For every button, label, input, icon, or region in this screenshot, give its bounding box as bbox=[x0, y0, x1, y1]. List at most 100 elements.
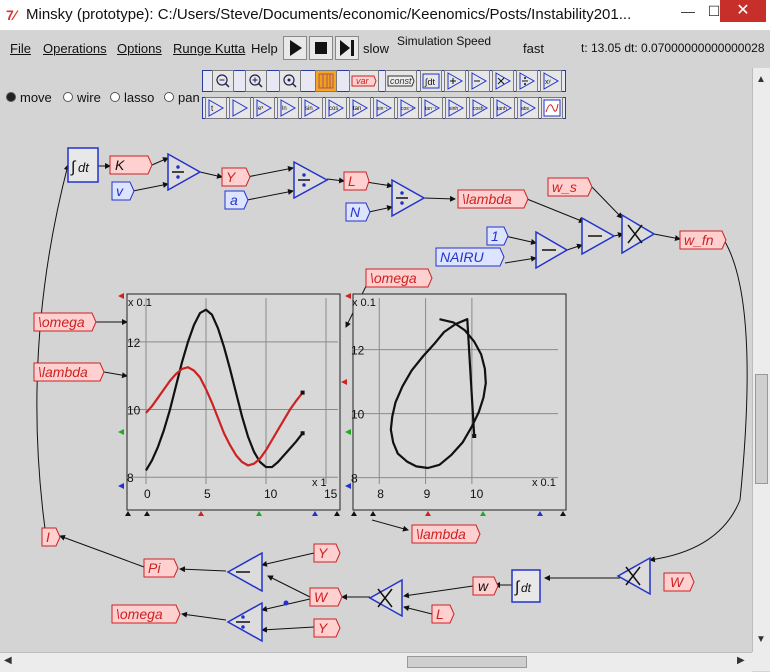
menu-help[interactable]: Help bbox=[251, 41, 278, 56]
horizontal-scroll-thumb[interactable] bbox=[407, 656, 527, 668]
sinh-op-button[interactable]: sinh bbox=[445, 97, 467, 119]
var-l[interactable]: L bbox=[343, 171, 370, 191]
var-w-right[interactable]: W bbox=[663, 572, 695, 592]
menu-options[interactable]: Options bbox=[117, 41, 162, 56]
pow-button[interactable]: xʸ bbox=[540, 70, 562, 92]
subtract-op-2[interactable] bbox=[581, 216, 616, 256]
var-k[interactable]: K bbox=[109, 155, 153, 175]
var-w-cap-label: W bbox=[314, 589, 329, 605]
wire-junction bbox=[283, 600, 289, 606]
menu-operations[interactable]: Operations bbox=[43, 41, 107, 56]
param-nairu[interactable]: NAIRU bbox=[435, 247, 505, 267]
integral-k-block[interactable]: ∫ dt bbox=[67, 147, 99, 183]
var-i[interactable]: I bbox=[41, 527, 61, 547]
svg-text:sin: sin bbox=[305, 106, 313, 112]
var-omega-plot[interactable]: \omega bbox=[33, 312, 97, 332]
cosh-op-button[interactable]: cosh bbox=[469, 97, 491, 119]
add-icon bbox=[447, 72, 464, 90]
step-button[interactable] bbox=[335, 36, 359, 60]
exp-op-button[interactable]: eˣ bbox=[253, 97, 275, 119]
svg-text:cosh: cosh bbox=[473, 106, 484, 112]
abs-icon: abs bbox=[520, 99, 537, 117]
integral-w-label: dt bbox=[521, 581, 532, 595]
scroll-left-icon[interactable]: ◀ bbox=[4, 655, 12, 666]
mode-lasso-radio[interactable]: lasso bbox=[110, 90, 154, 105]
var-w-small[interactable]: w bbox=[472, 576, 499, 596]
zoom-out-button[interactable] bbox=[212, 70, 234, 92]
svg-text:eˣ: eˣ bbox=[258, 106, 263, 112]
asin-op-button[interactable]: sin⁻¹ bbox=[373, 97, 395, 119]
sin-op-button[interactable]: sin bbox=[301, 97, 323, 119]
divide-op-1[interactable] bbox=[167, 152, 202, 192]
var-l-b[interactable]: L bbox=[431, 604, 455, 624]
mode-wire-radio[interactable]: wire bbox=[63, 90, 101, 105]
param-v[interactable]: v bbox=[111, 181, 135, 201]
var-lambda-xy[interactable]: \lambda bbox=[411, 524, 481, 544]
var-lambda[interactable]: \lambda bbox=[457, 189, 529, 209]
variable-button[interactable]: var bbox=[349, 70, 379, 92]
step-icon bbox=[340, 40, 354, 56]
divide-button[interactable] bbox=[516, 70, 538, 92]
scroll-down-icon[interactable]: ▼ bbox=[756, 634, 766, 645]
atan-op-button[interactable]: tan⁻¹ bbox=[421, 97, 443, 119]
stop-icon bbox=[315, 42, 327, 54]
horizontal-scrollbar[interactable]: ◀ ▶ bbox=[0, 652, 752, 672]
vertical-scrollbar[interactable]: ▲ ▼ bbox=[752, 68, 770, 652]
add-button[interactable] bbox=[444, 70, 466, 92]
tanh-op-button[interactable]: tanh bbox=[493, 97, 515, 119]
plot-widget-button[interactable] bbox=[541, 97, 563, 119]
integral-button[interactable]: ∫dt bbox=[420, 70, 442, 92]
subtract-op-3[interactable] bbox=[226, 551, 263, 593]
scroll-up-icon[interactable]: ▲ bbox=[756, 74, 766, 85]
var-w-fn[interactable]: w_fn bbox=[679, 230, 727, 250]
multiply-op-1[interactable] bbox=[621, 213, 656, 255]
var-omega-bottom[interactable]: \omega bbox=[111, 604, 181, 624]
xy-plot-y-tick: 8 bbox=[351, 472, 358, 486]
var-pi[interactable]: Pi bbox=[143, 558, 179, 578]
stop-button[interactable] bbox=[309, 36, 333, 60]
zoom-in-button[interactable] bbox=[245, 70, 267, 92]
param-one[interactable]: 1 bbox=[486, 226, 509, 246]
integral-w-block[interactable]: ∫ dt bbox=[511, 569, 541, 603]
param-n[interactable]: N bbox=[345, 202, 371, 222]
abs-op-button[interactable]: abs bbox=[517, 97, 539, 119]
integral-k-label: dt bbox=[78, 160, 90, 175]
divide-op-4[interactable] bbox=[226, 601, 263, 643]
time-plot-series-0-end-point bbox=[300, 431, 305, 436]
subtract-op-1[interactable] bbox=[535, 230, 569, 270]
menu-file[interactable]: File bbox=[10, 41, 31, 56]
var-lambda-plot[interactable]: \lambda bbox=[33, 362, 105, 382]
var-w-cap[interactable]: W bbox=[309, 587, 343, 607]
minimize-button[interactable]: — bbox=[674, 0, 702, 22]
play-button[interactable] bbox=[283, 36, 307, 60]
copy-op-button[interactable] bbox=[229, 97, 251, 119]
multiply-button[interactable] bbox=[492, 70, 514, 92]
constant-button[interactable]: const bbox=[385, 70, 417, 92]
divide-op-2[interactable] bbox=[293, 160, 329, 200]
time-op-button[interactable]: t bbox=[205, 97, 227, 119]
var-w-s[interactable]: w_s bbox=[547, 177, 593, 197]
cos-op-button[interactable]: cos bbox=[325, 97, 347, 119]
param-a[interactable]: a bbox=[224, 190, 249, 210]
divide-op-3[interactable] bbox=[391, 178, 426, 218]
tan-op-button[interactable]: tan bbox=[349, 97, 371, 119]
zoom-reset-button[interactable] bbox=[279, 70, 301, 92]
time-plot-y-multiplier: x 0.1 bbox=[128, 297, 152, 309]
close-button[interactable]: ✕ bbox=[720, 0, 766, 22]
subtract-button[interactable] bbox=[468, 70, 490, 92]
mode-move-radio[interactable]: move bbox=[6, 90, 52, 105]
var-y-b1[interactable]: Y bbox=[313, 543, 341, 563]
menu-runge-kutta[interactable]: Runge Kutta bbox=[173, 41, 245, 56]
var-omega-top[interactable]: \omega bbox=[365, 268, 433, 288]
model-canvas[interactable]: ∫ dt ∫ dt K Y L \lambda w_s w_fn \omega … bbox=[0, 120, 752, 652]
scroll-right-icon[interactable]: ▶ bbox=[737, 655, 745, 666]
multiply-op-2[interactable] bbox=[616, 556, 651, 596]
multiply-op-3[interactable] bbox=[368, 578, 403, 618]
mode-pan-radio[interactable]: pan bbox=[164, 90, 200, 105]
var-y[interactable]: Y bbox=[221, 167, 251, 187]
ln-op-button[interactable]: ln bbox=[277, 97, 299, 119]
vertical-scroll-thumb[interactable] bbox=[755, 374, 768, 484]
var-y-b2[interactable]: Y bbox=[313, 618, 341, 638]
acos-op-button[interactable]: cos⁻¹ bbox=[397, 97, 419, 119]
godley-table-button[interactable] bbox=[315, 70, 337, 92]
